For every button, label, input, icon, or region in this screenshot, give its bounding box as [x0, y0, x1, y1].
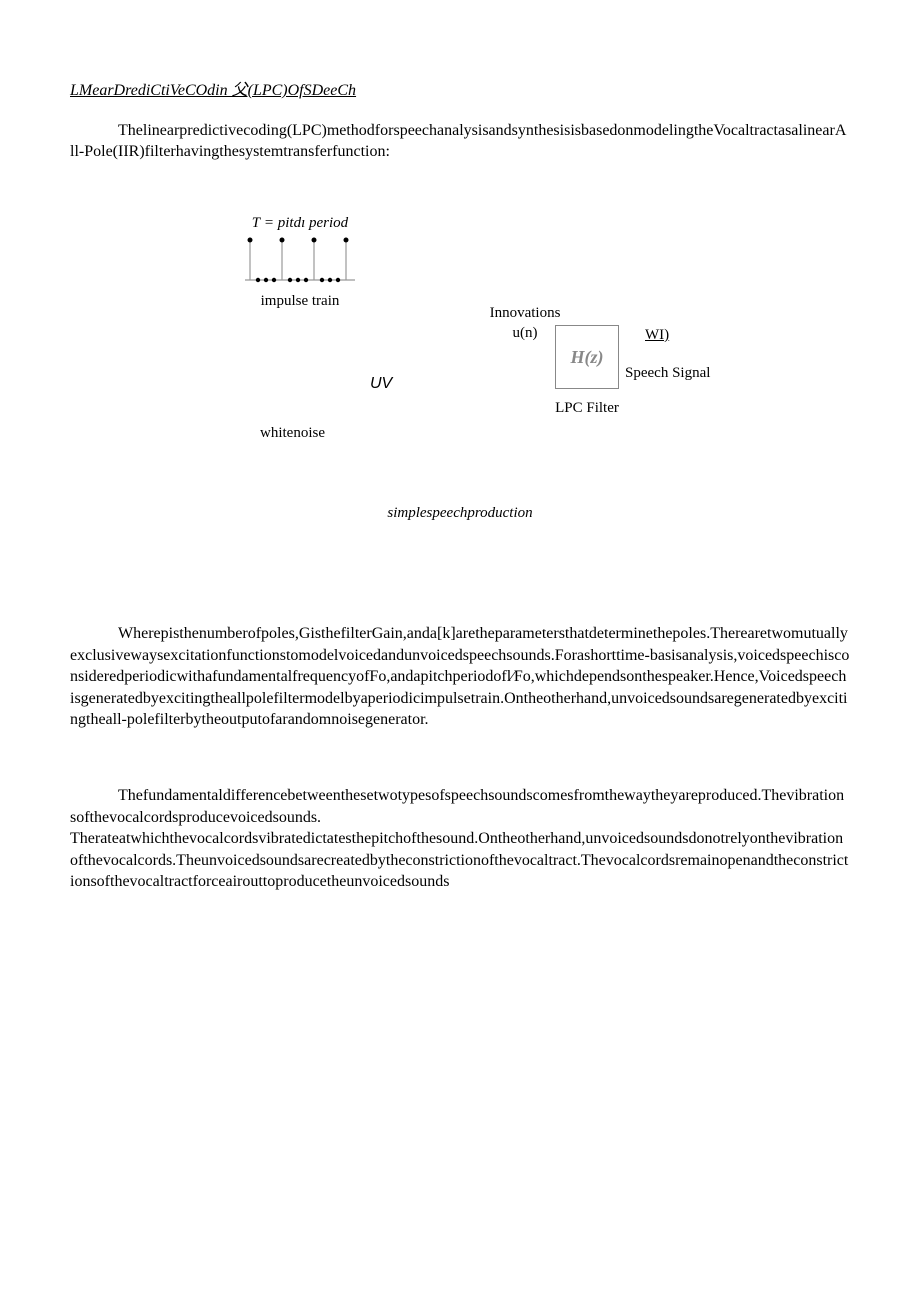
figure-caption: simplespeechproduction: [70, 503, 850, 523]
output-wi-label: WI): [645, 325, 669, 345]
lpc-filter-label: LPC Filter: [545, 398, 629, 418]
white-noise-label: whitenoise: [260, 423, 325, 443]
transfer-function-box: H(z): [555, 325, 619, 389]
speech-signal-label: Speech Signal: [625, 363, 710, 383]
un-text: u(n): [513, 325, 538, 341]
pitch-T-symbol: T: [252, 215, 260, 231]
pitch-label-text: = pitdı period: [260, 215, 348, 231]
pitch-period-label: T = pitdı period: [240, 213, 360, 233]
speech-production-diagram: T = pitdı period impulse train UV whiten…: [200, 213, 720, 473]
paragraph-2: Wherepisthenumberofpoles,GisthefilterGai…: [70, 623, 850, 731]
impulse-train-caption: impulse train: [240, 291, 360, 311]
impulse-train-block: T = pitdı period impulse train: [240, 213, 360, 312]
uv-switch-label: UV: [370, 373, 392, 395]
impulse-train-icon: [240, 235, 360, 285]
document-title: LMearDrediCtiVeCOdin 父(LPC)OfSDeeCh: [70, 80, 850, 102]
spacer: [70, 755, 850, 785]
paragraph-3: Thefundamentaldifferencebetweenthesetwot…: [70, 785, 850, 893]
intro-paragraph: Thelinearpredictivecoding(LPC)methodfors…: [70, 120, 850, 163]
innovations-text: Innovations: [490, 305, 561, 321]
